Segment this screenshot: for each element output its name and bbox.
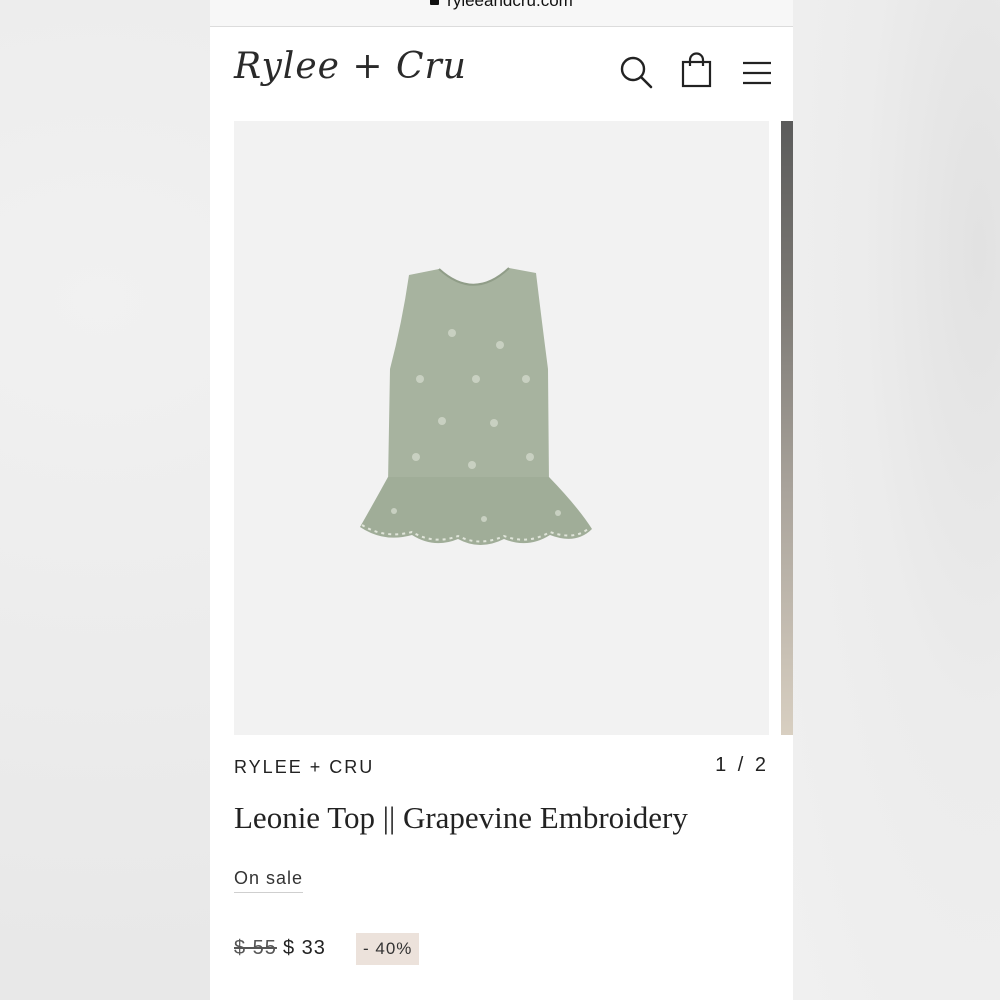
- search-icon[interactable]: [618, 54, 654, 90]
- lock-icon: [430, 0, 440, 5]
- shopping-bag-icon[interactable]: [679, 52, 715, 88]
- phone-screen: ryleeandcru.com Rylee + Cru RYLEE + CRU …: [210, 0, 793, 1000]
- product-image-gallery[interactable]: [234, 121, 769, 735]
- site-logo[interactable]: Rylee + Cru: [234, 46, 467, 87]
- discount-badge: - 40%: [356, 933, 420, 965]
- url-display[interactable]: ryleeandcru.com: [210, 0, 793, 11]
- product-image: [360, 267, 592, 545]
- sale-price: $ 33: [283, 937, 326, 959]
- original-price: $ 55: [234, 937, 277, 959]
- product-brand[interactable]: RYLEE + CRU: [234, 757, 374, 778]
- page-background: [793, 0, 1000, 1000]
- gallery-counter: 1 / 2: [715, 754, 769, 776]
- next-slide-peek[interactable]: [781, 121, 793, 735]
- product-title: Leonie Top || Grapevine Embroidery: [234, 800, 688, 835]
- url-text: ryleeandcru.com: [447, 0, 573, 10]
- browser-url-bar[interactable]: ryleeandcru.com: [210, 0, 793, 27]
- menu-icon[interactable]: [739, 54, 775, 90]
- sale-label: On sale: [234, 868, 304, 893]
